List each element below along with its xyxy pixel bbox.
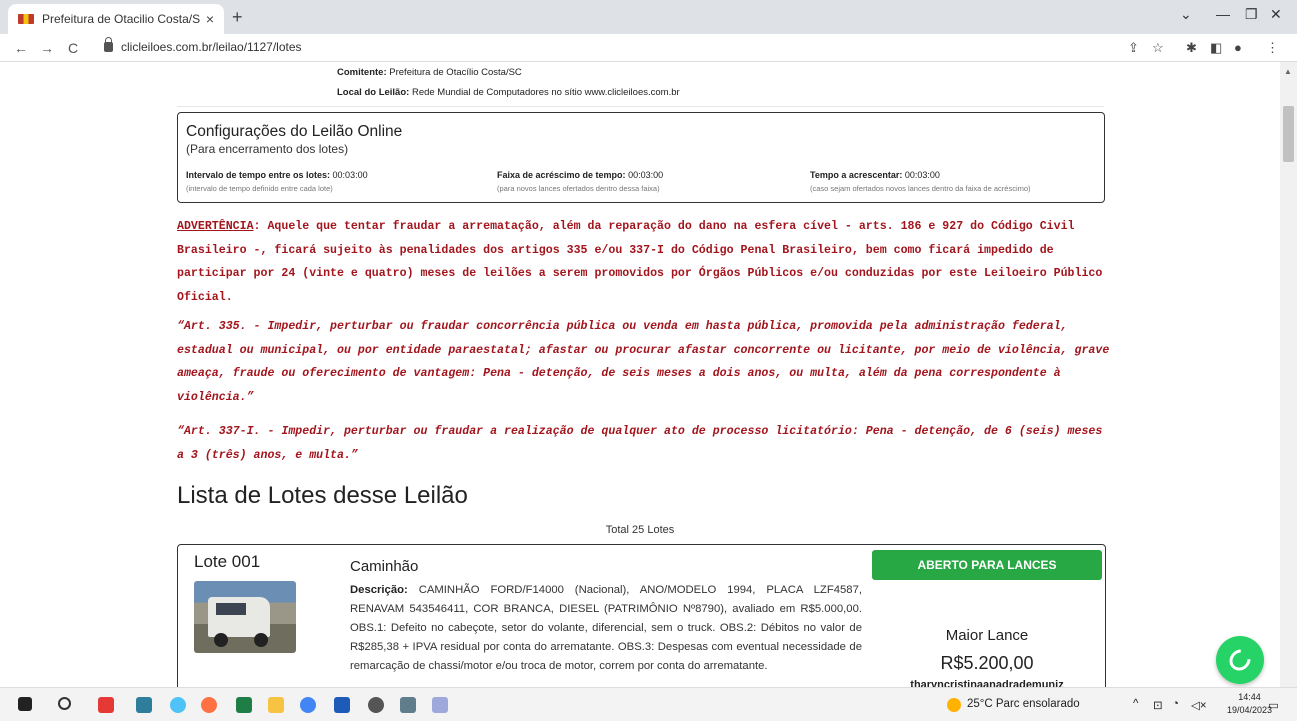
- search-icon[interactable]: [58, 697, 71, 710]
- comitente-line: Comitente: Prefeitura de Otacílio Costa/…: [337, 67, 522, 78]
- tray-wifi-icon[interactable]: ◔: [1172, 698, 1179, 710]
- art-335-paragraph: “Art. 335. - Impedir, perturbar ou fraud…: [177, 320, 1110, 404]
- config-hint: (para novos lances ofertados dentro dess…: [497, 184, 660, 193]
- whatsapp-desktop-icon[interactable]: [368, 697, 384, 713]
- ie-browser-icon[interactable]: [170, 697, 186, 713]
- truck-wheel-shape: [254, 633, 268, 647]
- config-value: 00:03:00: [628, 170, 664, 180]
- clock-date: 19/04/2023: [1227, 705, 1273, 715]
- lot-desc-text: CAMINHÃO FORD/F14000 (Nacional), ANO/MOD…: [350, 584, 863, 672]
- file-explorer-icon[interactable]: [268, 697, 284, 713]
- clock[interactable]: 14:44 19/04/2023: [1227, 691, 1272, 717]
- lock-icon: [104, 37, 113, 52]
- back-button[interactable]: ←: [14, 40, 28, 56]
- address-bar: ← → C clicleiloes.com.br/leilao/1127/lot…: [0, 34, 1297, 62]
- firefox-icon[interactable]: [201, 697, 217, 713]
- side-panel-icon[interactable]: ◧: [1210, 40, 1222, 56]
- scrollbar-thumb[interactable]: [1283, 106, 1294, 162]
- lot-number: Lote 001: [194, 552, 261, 571]
- word-icon[interactable]: [334, 697, 350, 713]
- warning-paragraph: ADVERTÊNCIA: Aquele que tentar fraudar a…: [177, 215, 1112, 309]
- local-line: Local do Leilão: Rede Mundial de Computa…: [337, 87, 680, 98]
- maximize-icon[interactable]: ❐: [1245, 6, 1258, 23]
- calculator-icon[interactable]: [400, 697, 416, 713]
- flag-favicon-icon: [18, 14, 34, 24]
- tray-network-icon[interactable]: ⊡: [1153, 698, 1163, 712]
- truck-window-shape: [216, 603, 246, 615]
- lot-title[interactable]: Caminhão: [350, 558, 418, 575]
- config-item-interval: Intervalo de tempo entre os lotes: 00:03…: [186, 170, 368, 193]
- excel-icon[interactable]: [236, 697, 252, 713]
- config-value: 00:03:00: [904, 170, 940, 180]
- comitente-label: Comitente:: [337, 67, 387, 78]
- reload-button[interactable]: C: [68, 40, 78, 56]
- config-box: Configurações do Leilão Online (Para enc…: [177, 112, 1105, 203]
- lot-image[interactable]: [194, 581, 296, 653]
- warning-prefix: ADVERTÊNCIA: [177, 220, 254, 233]
- close-window-icon[interactable]: ✕: [1270, 6, 1282, 23]
- divider: [177, 106, 1104, 107]
- comitente-value: Prefeitura de Otacílio Costa/SC: [389, 67, 522, 78]
- highest-bid-value: R$5.200,00: [940, 653, 1034, 673]
- scroll-up-icon[interactable]: ▲: [1284, 67, 1292, 76]
- close-tab-icon[interactable]: ×: [206, 11, 214, 27]
- tab-title: Prefeitura de Otacilio Costa/SC :: [42, 12, 200, 26]
- app-misc-icon[interactable]: [432, 697, 448, 713]
- page-content: Comitente: Prefeitura de Otacílio Costa/…: [0, 62, 1280, 687]
- lot-desc-label: Descrição:: [350, 584, 408, 596]
- config-label: Faixa de acréscimo de tempo:: [497, 170, 626, 180]
- browser-tab[interactable]: Prefeitura de Otacilio Costa/SC : ×: [8, 4, 224, 34]
- new-tab-button[interactable]: +: [232, 7, 243, 28]
- config-hint: (intervalo de tempo definido entre cada …: [186, 184, 333, 193]
- config-label: Intervalo de tempo entre os lotes:: [186, 170, 331, 180]
- forward-button[interactable]: →: [40, 40, 54, 56]
- profile-icon[interactable]: ●: [1234, 40, 1242, 55]
- tray-chevron-icon[interactable]: ^: [1133, 698, 1138, 710]
- config-label: Tempo a acrescentar:: [810, 170, 903, 180]
- notifications-icon[interactable]: ▭: [1268, 698, 1279, 712]
- minimize-icon[interactable]: —: [1216, 6, 1230, 22]
- app-red-icon[interactable]: [98, 697, 114, 713]
- weather-text[interactable]: 25°C Parc ensolarado: [967, 698, 1080, 710]
- config-item-faixa: Faixa de acréscimo de tempo: 00:03:00 (p…: [497, 170, 663, 193]
- lot-description: Descrição: CAMINHÃO FORD/F14000 (Naciona…: [350, 581, 862, 676]
- clock-time: 14:44: [1238, 692, 1261, 702]
- highest-bid-user: tharyncristinaanadrademuniz: [910, 679, 1064, 687]
- share-icon[interactable]: ⇪: [1128, 40, 1139, 56]
- menu-kebab-icon[interactable]: ⋮: [1266, 40, 1279, 56]
- truck-wheel-shape: [214, 633, 228, 647]
- local-label: Local do Leilão:: [337, 87, 410, 98]
- open-for-bids-button[interactable]: ABERTO PARA LANCES: [872, 550, 1102, 580]
- url-text: clicleiloes.com.br/leilao/1127/lotes: [121, 40, 302, 54]
- lot-card: Lote 001 Caminhão Descrição: CAMINHÃO FO…: [177, 544, 1106, 687]
- local-value: Rede Mundial de Computadores no sítio ww…: [411, 87, 680, 98]
- extensions-icon[interactable]: ✱: [1186, 40, 1197, 56]
- whatsapp-icon: [1225, 645, 1255, 675]
- bookmark-star-icon[interactable]: ☆: [1152, 40, 1164, 56]
- warning-text: : Aquele que tentar fraudar a arremataçã…: [177, 220, 1103, 304]
- art-337-paragraph: “Art. 337-I. - Impedir, perturbar ou fra…: [177, 425, 1103, 462]
- page-scrollbar[interactable]: ▲: [1280, 62, 1297, 687]
- taskbar: 25°C Parc ensolarado ^ ⊡ ◔ ◁× 14:44 19/0…: [0, 687, 1297, 721]
- tab-search-icon[interactable]: ⌄: [1180, 6, 1192, 23]
- config-title: Configurações do Leilão Online: [186, 123, 403, 140]
- windows-start-icon[interactable]: [18, 697, 32, 711]
- config-hint: (caso sejam ofertados novos lances dentr…: [810, 184, 1031, 193]
- lotes-heading: Lista de Lotes desse Leilão: [177, 482, 468, 509]
- config-value: 00:03:00: [332, 170, 368, 180]
- config-item-tempo: Tempo a acrescentar: 00:03:00 (caso seja…: [810, 170, 1031, 193]
- lotes-total: Total 25 Lotes: [605, 524, 675, 536]
- config-subtitle: (Para encerramento dos lotes): [186, 142, 349, 156]
- browser-tab-bar: Prefeitura de Otacilio Costa/SC : × + ⌄ …: [0, 0, 1297, 34]
- app-teal-icon[interactable]: [136, 697, 152, 713]
- tray-volume-icon[interactable]: ◁×: [1191, 698, 1207, 712]
- highest-bid-label: Maior Lance: [945, 627, 1029, 644]
- chrome-icon[interactable]: [300, 697, 316, 713]
- weather-sun-icon[interactable]: [947, 698, 961, 712]
- url-field[interactable]: clicleiloes.com.br/leilao/1127/lotes: [104, 37, 302, 54]
- whatsapp-button[interactable]: [1216, 636, 1264, 684]
